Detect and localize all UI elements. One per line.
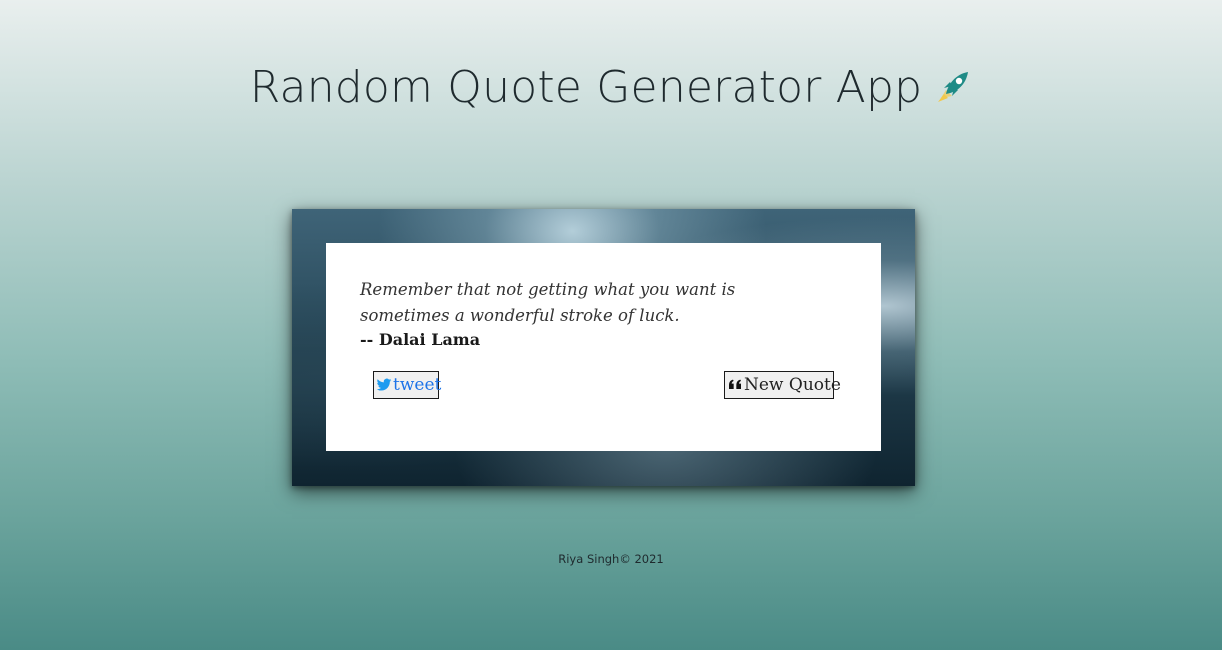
footer-credit: Riya Singh© 2021 [558, 552, 664, 566]
twitter-icon [376, 377, 392, 393]
quote-author: -- Dalai Lama [360, 330, 481, 349]
quote-left-icon [727, 377, 743, 393]
new-quote-button[interactable]: New Quote [724, 371, 841, 399]
tweet-label: tweet [393, 375, 442, 395]
quote-frame: Remember that not getting what you want … [292, 209, 915, 486]
tweet-button[interactable]: tweet [373, 371, 442, 399]
page-title-text: Random Quote Generator App [249, 62, 923, 113]
quote-card: Remember that not getting what you want … [326, 243, 881, 451]
new-quote-label: New Quote [744, 375, 841, 395]
rocket-icon [932, 68, 972, 108]
page-title: Random Quote Generator App [0, 62, 1222, 113]
quote-text: Remember that not getting what you want … [360, 280, 736, 325]
